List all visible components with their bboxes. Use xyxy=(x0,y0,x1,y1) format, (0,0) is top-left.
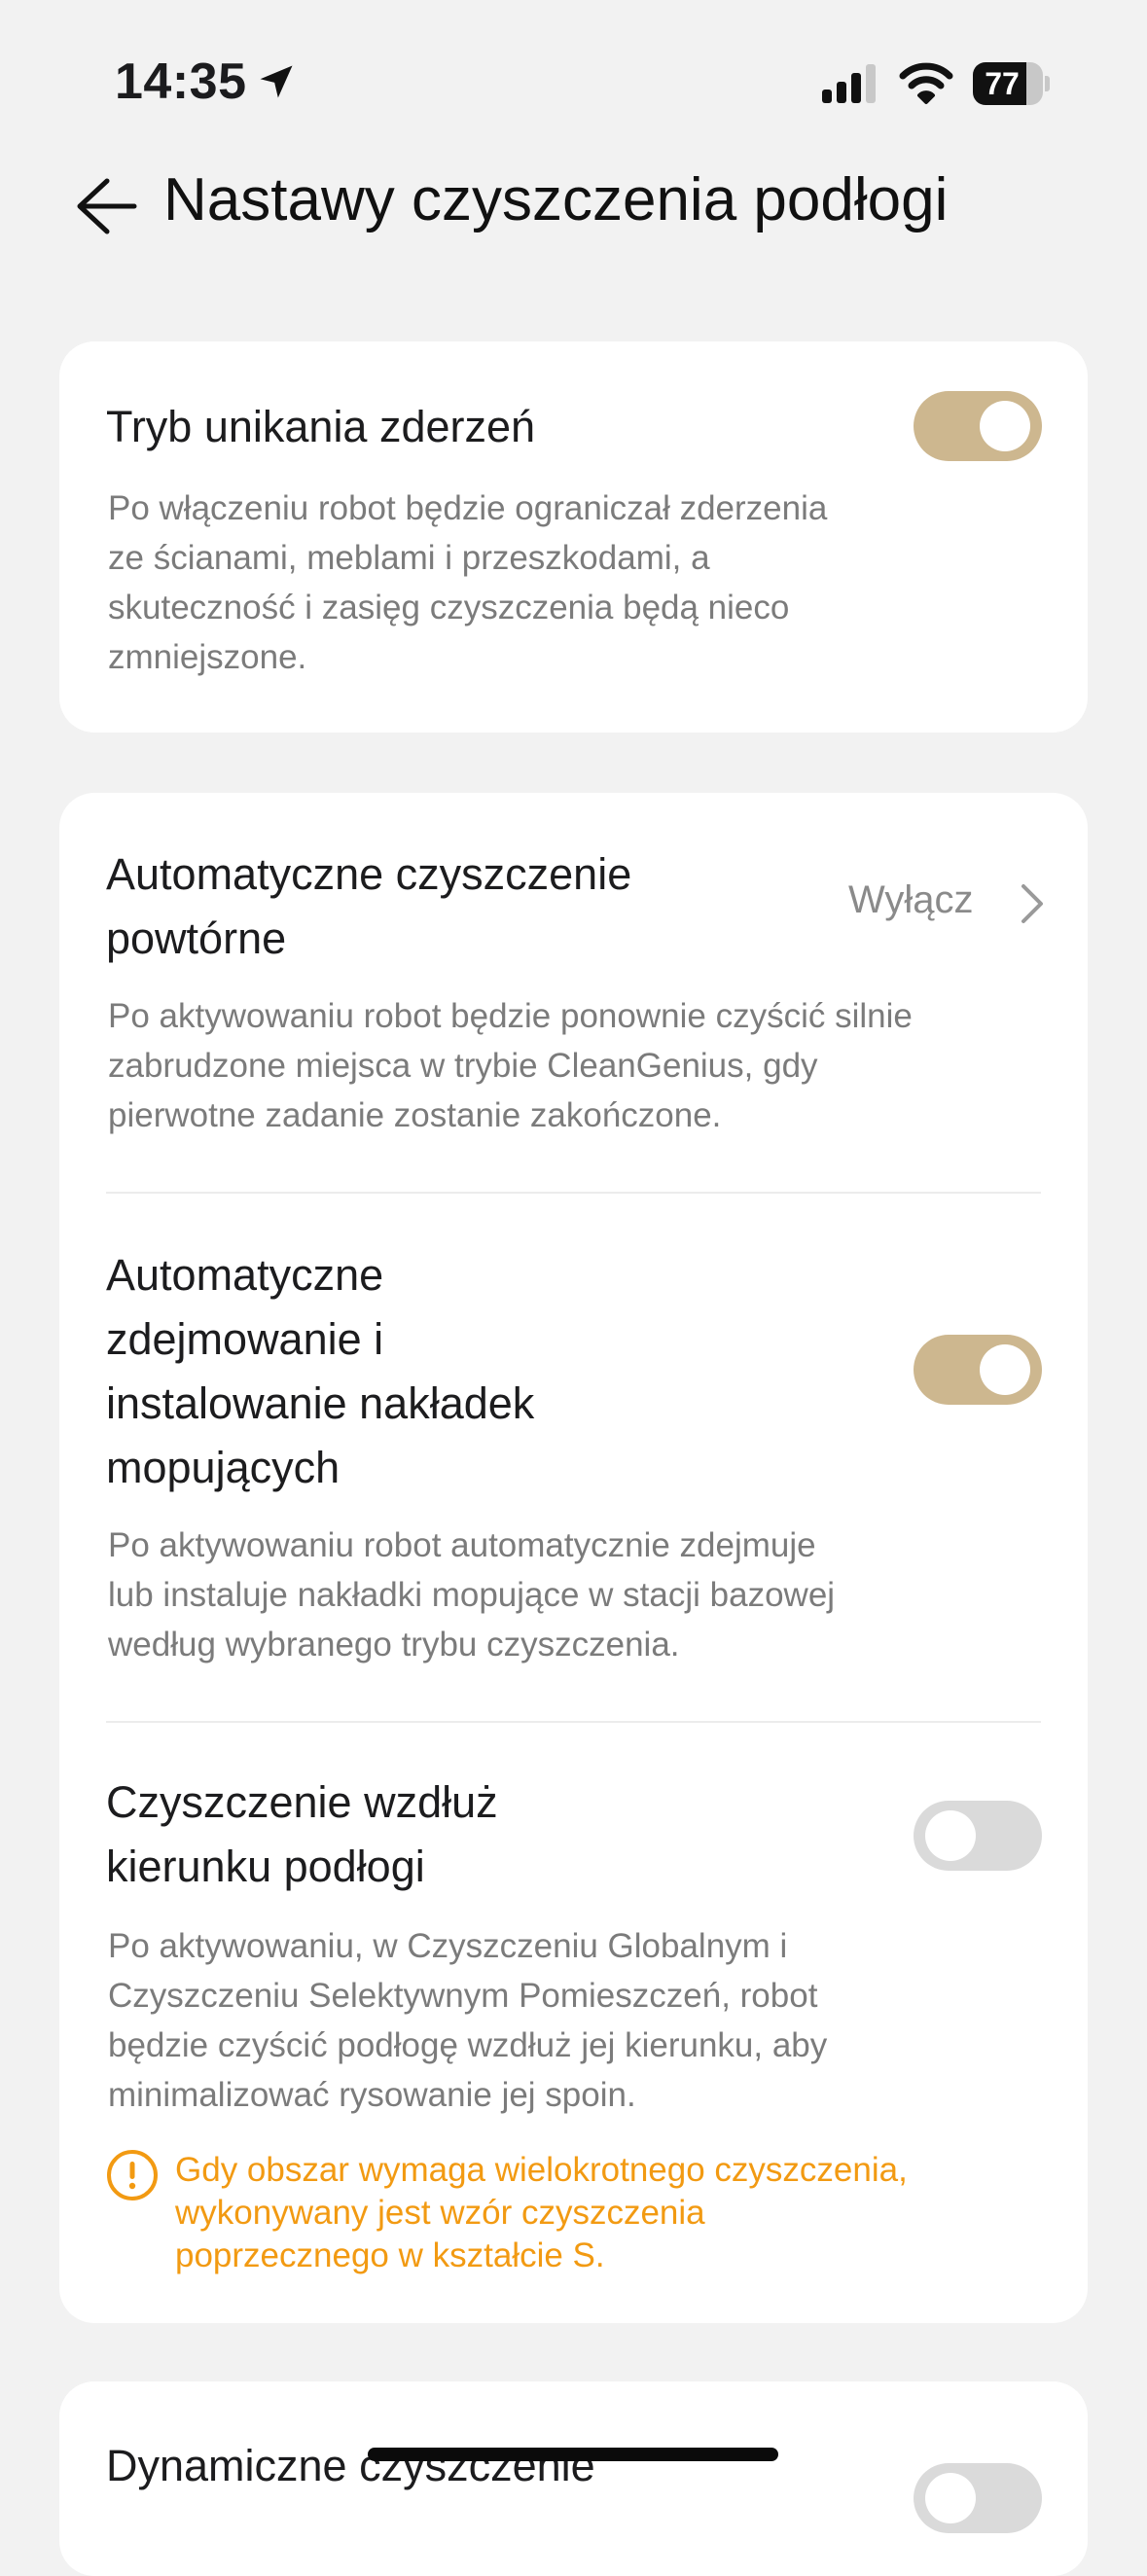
back-arrow-icon[interactable] xyxy=(72,175,140,237)
mop-pads-title: Automatyczne zdejmowanie i instalowanie … xyxy=(106,1250,535,1492)
floor-direction-title: Czyszczenie wzdłuż kierunku podłogi xyxy=(106,1777,498,1891)
status-time: 14:35 xyxy=(115,54,247,110)
wifi-icon xyxy=(899,62,953,104)
auto-reclean-title: Automatyczne czyszczenie powtórne xyxy=(106,849,632,963)
collision-avoidance-toggle[interactable] xyxy=(914,391,1042,461)
battery-tip xyxy=(1045,76,1050,91)
mop-pads-toggle[interactable] xyxy=(914,1335,1042,1405)
battery-indicator: 77 xyxy=(973,62,1050,105)
chevron-right-icon[interactable] xyxy=(1018,882,1047,925)
cleaning-options-card: Automatyczne czyszczenie powtórne Wyłącz… xyxy=(59,793,1088,2323)
divider xyxy=(106,1721,1041,1723)
dynamic-cleaning-card: Dynamiczne czyszczenie xyxy=(59,2381,1088,2576)
warning-icon xyxy=(107,2150,158,2200)
divider xyxy=(106,1192,1041,1194)
toggle-knob xyxy=(980,401,1030,451)
status-bar: 14:35 77 xyxy=(0,0,1147,165)
auto-reclean-description: Po aktywowaniu robot będzie ponownie czy… xyxy=(108,997,913,1134)
home-indicator[interactable] xyxy=(368,2448,778,2461)
collision-avoidance-description: Po włączeniu robot będzie ograniczał zde… xyxy=(108,489,828,676)
toggle-knob xyxy=(925,2473,976,2523)
toggle-knob xyxy=(925,1810,976,1861)
floor-direction-warning: Gdy obszar wymaga wielokrotnego czyszcze… xyxy=(175,2151,908,2274)
auto-reclean-value[interactable]: Wyłącz xyxy=(848,878,974,922)
page-title: Nastawy czyszczenia podłogi xyxy=(163,166,949,233)
dynamic-cleaning-title: Dynamiczne czyszczenie xyxy=(106,2441,595,2490)
floor-direction-description: Po aktywowaniu, w Czyszczeniu Globalnym … xyxy=(108,1927,828,2114)
location-arrow-icon xyxy=(260,65,293,98)
collision-avoidance-card: Tryb unikania zderzeń Po włączeniu robot… xyxy=(59,341,1088,733)
battery-percent: 77 xyxy=(985,66,1020,101)
toggle-knob xyxy=(980,1344,1030,1395)
battery-body: 77 xyxy=(973,62,1043,105)
mop-pads-description: Po aktywowaniu robot automatycznie zdejm… xyxy=(108,1526,836,1664)
dynamic-cleaning-toggle[interactable] xyxy=(914,2463,1042,2533)
collision-avoidance-title: Tryb unikania zderzeń xyxy=(106,402,536,451)
cellular-signal-icon xyxy=(822,64,876,103)
floor-direction-toggle[interactable] xyxy=(914,1801,1042,1871)
